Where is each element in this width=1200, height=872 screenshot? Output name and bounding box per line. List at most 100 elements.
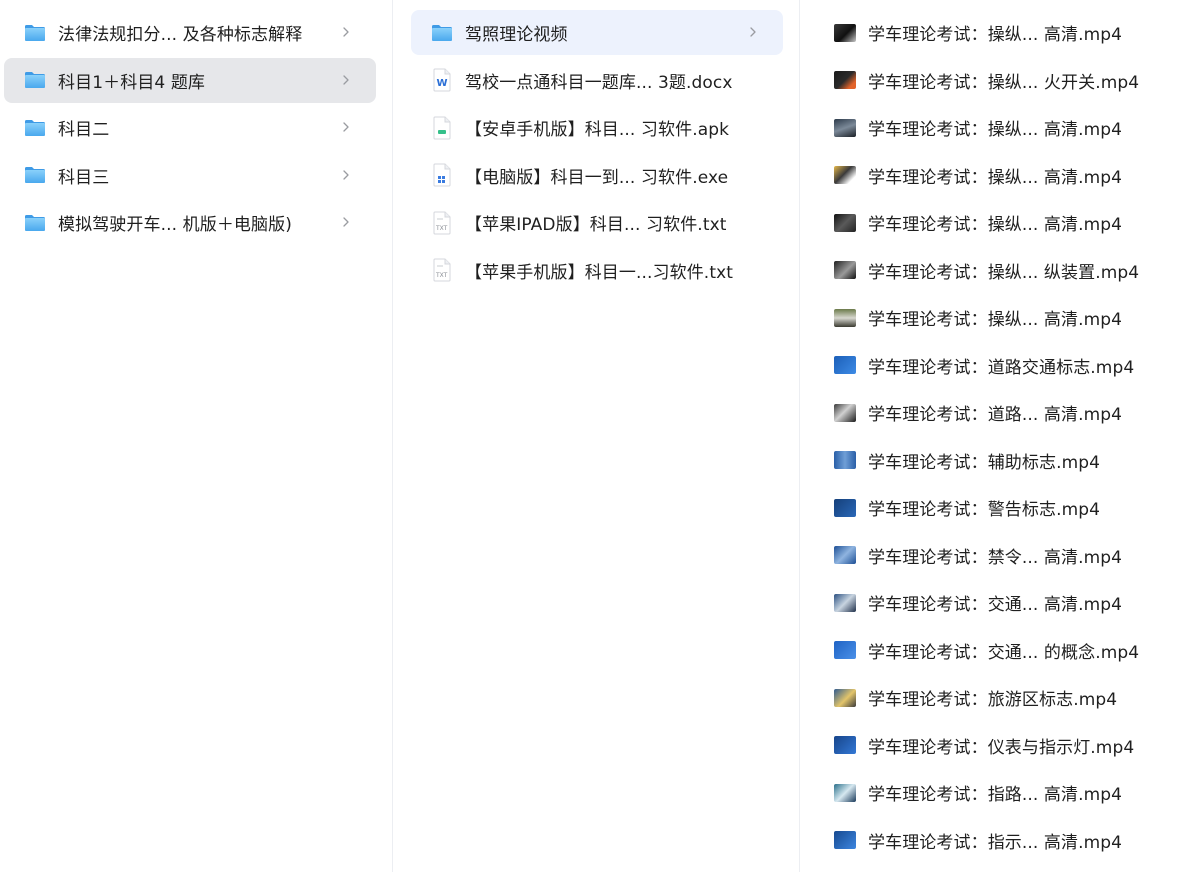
video-file-item[interactable]: 学车理论考试：操纵... 高清.mp4 bbox=[834, 295, 1200, 340]
video-file-item[interactable]: 学车理论考试：操纵... 高清.mp4 bbox=[834, 200, 1200, 245]
folder-item[interactable]: 法律法规扣分... 及各种标志解释 bbox=[4, 10, 376, 55]
item-label: 学车理论考试：交通... 高清.mp4 bbox=[868, 595, 1123, 615]
file-item[interactable]: TXT 【苹果IPAD版】科目... 习软件.txt bbox=[411, 200, 783, 245]
video-thumbnail-icon bbox=[834, 23, 856, 42]
svg-text:TXT: TXT bbox=[435, 272, 448, 279]
file-item[interactable]: W 驾校一点通科目一题库... 3题.docx bbox=[411, 58, 783, 103]
item-label: 学车理论考试：操纵... 高清.mp4 bbox=[868, 120, 1123, 140]
video-thumbnail-icon bbox=[834, 451, 856, 469]
column-root-folders: 法律法规扣分... 及各种标志解释 科目1＋科目4 题库 科目二 科目三 模拟驾… bbox=[0, 0, 393, 872]
video-file-item[interactable]: 学车理论考试：指示... 高清.mp4 bbox=[834, 818, 1200, 863]
video-file-item[interactable]: 学车理论考试：旅游区标志.mp4 bbox=[834, 675, 1200, 720]
folder-icon bbox=[24, 71, 46, 89]
item-label: 【电脑版】科目一到... 习软件.exe bbox=[465, 167, 729, 188]
chevron-right-icon bbox=[745, 22, 761, 42]
video-file-item[interactable]: 学车理论考试：交通... 的概念.mp4 bbox=[834, 628, 1200, 673]
video-thumbnail-icon bbox=[834, 498, 856, 517]
video-file-item[interactable]: 学车理论考试：道路交通标志.mp4 bbox=[834, 343, 1200, 388]
item-label: 科目三 bbox=[58, 167, 110, 188]
folder-item-highlighted[interactable]: 驾照理论视频 bbox=[411, 10, 783, 55]
item-label: 【安卓手机版】科目... 习软件.apk bbox=[465, 120, 730, 140]
item-label: 学车理论考试：操纵... 纵装置.mp4 bbox=[868, 262, 1140, 283]
video-thumbnail-icon bbox=[834, 688, 856, 707]
file-item[interactable]: TXT 【苹果手机版】科目一...习软件.txt bbox=[411, 248, 783, 293]
video-file-item[interactable]: 学车理论考试：道路... 高清.mp4 bbox=[834, 390, 1200, 435]
svg-text:W: W bbox=[437, 78, 448, 89]
item-label: 【苹果手机版】科目一...习软件.txt bbox=[465, 262, 734, 283]
svg-text:TXT: TXT bbox=[435, 225, 448, 232]
video-file-item[interactable]: 学车理论考试：操纵... 高清.mp4 bbox=[834, 153, 1200, 198]
item-label: 【苹果IPAD版】科目... 习软件.txt bbox=[465, 215, 727, 235]
video-file-item[interactable]: 学车理论考试：警告标志.mp4 bbox=[834, 485, 1200, 530]
item-label: 学车理论考试：操纵... 火开关.mp4 bbox=[868, 72, 1140, 93]
item-label: 学车理论考试：旅游区标志.mp4 bbox=[868, 690, 1118, 710]
video-thumbnail-icon bbox=[834, 736, 856, 754]
chevron-right-icon bbox=[338, 212, 354, 232]
video-thumbnail-icon bbox=[834, 641, 856, 659]
item-label: 学车理论考试：禁令... 高清.mp4 bbox=[868, 547, 1123, 568]
column-subfolder-contents: 驾照理论视频 W 驾校一点通科目一题库... 3题.docx 【安卓手机版】科目… bbox=[393, 0, 800, 872]
video-file-item[interactable]: 学车理论考试：操纵... 火开关.mp4 bbox=[834, 58, 1200, 103]
item-label: 学车理论考试：指示... 高清.mp4 bbox=[868, 832, 1123, 853]
folder-icon bbox=[24, 166, 46, 184]
folder-item[interactable]: 科目二 bbox=[4, 105, 376, 150]
item-label: 学车理论考试：仪表与指示灯.mp4 bbox=[868, 737, 1135, 758]
video-file-item[interactable]: 学车理论考试：辅助标志.mp4 bbox=[834, 438, 1200, 483]
video-file-item[interactable]: 学车理论考试：指路... 高清.mp4 bbox=[834, 770, 1200, 815]
folder-icon bbox=[24, 24, 46, 42]
item-label: 驾校一点通科目一题库... 3题.docx bbox=[465, 72, 733, 93]
video-file-item[interactable]: 学车理论考试：操纵... 高清.mp4 bbox=[834, 105, 1200, 150]
chevron-right-icon bbox=[338, 22, 354, 42]
txt-file-icon: TXT bbox=[431, 258, 453, 282]
video-file-item[interactable]: 学车理论考试：仪表与指示灯.mp4 bbox=[834, 723, 1200, 768]
item-label: 学车理论考试：指路... 高清.mp4 bbox=[868, 785, 1123, 805]
item-label: 学车理论考试：操纵... 高清.mp4 bbox=[868, 215, 1123, 235]
item-label: 学车理论考试：操纵... 高清.mp4 bbox=[868, 25, 1123, 45]
item-label: 学车理论考试：辅助标志.mp4 bbox=[868, 452, 1101, 473]
folder-icon bbox=[431, 24, 453, 42]
txt-file-icon: TXT bbox=[431, 211, 453, 235]
video-thumbnail-icon bbox=[834, 546, 856, 564]
file-item[interactable]: 【安卓手机版】科目... 习软件.apk bbox=[411, 105, 783, 150]
item-label: 学车理论考试：操纵... 高清.mp4 bbox=[868, 310, 1123, 330]
item-label: 科目1＋科目4 题库 bbox=[58, 72, 206, 93]
chevron-right-icon bbox=[338, 165, 354, 185]
video-thumbnail-icon bbox=[834, 783, 856, 802]
item-label: 法律法规扣分... 及各种标志解释 bbox=[58, 25, 303, 45]
item-label: 学车理论考试：操纵... 高清.mp4 bbox=[868, 167, 1123, 188]
video-thumbnail-icon bbox=[834, 593, 856, 612]
chevron-right-icon bbox=[338, 70, 354, 90]
folder-icon bbox=[24, 214, 46, 232]
video-thumbnail-icon bbox=[834, 308, 856, 327]
item-label: 驾照理论视频 bbox=[465, 25, 568, 45]
file-item[interactable]: 【电脑版】科目一到... 习软件.exe bbox=[411, 153, 783, 198]
video-file-item[interactable]: 学车理论考试：操纵... 纵装置.mp4 bbox=[834, 248, 1200, 293]
folder-icon bbox=[24, 119, 46, 137]
item-label: 模拟驾驶开车... 机版＋电脑版) bbox=[58, 215, 292, 235]
item-label: 学车理论考试：道路交通标志.mp4 bbox=[868, 357, 1135, 378]
folder-item-selected[interactable]: 科目1＋科目4 题库 bbox=[4, 57, 376, 103]
file-column-browser: 法律法规扣分... 及各种标志解释 科目1＋科目4 题库 科目二 科目三 模拟驾… bbox=[0, 0, 1200, 872]
video-thumbnail-icon bbox=[834, 403, 856, 422]
chevron-right-icon bbox=[338, 117, 354, 137]
item-label: 学车理论考试：警告标志.mp4 bbox=[868, 500, 1101, 520]
video-file-item[interactable]: 学车理论考试：交通... 高清.mp4 bbox=[834, 580, 1200, 625]
folder-item[interactable]: 模拟驾驶开车... 机版＋电脑版) bbox=[4, 200, 376, 245]
video-thumbnail-icon bbox=[834, 118, 856, 137]
video-thumbnail-icon bbox=[834, 356, 856, 374]
item-label: 科目二 bbox=[58, 120, 110, 140]
column-video-files: 学车理论考试：操纵... 高清.mp4 学车理论考试：操纵... 火开关.mp4… bbox=[800, 0, 1200, 872]
apk-file-icon bbox=[431, 116, 453, 140]
video-thumbnail-icon bbox=[834, 831, 856, 849]
video-thumbnail-icon bbox=[834, 166, 856, 184]
item-label: 学车理论考试：道路... 高清.mp4 bbox=[868, 405, 1123, 425]
video-thumbnail-icon bbox=[834, 261, 856, 279]
video-thumbnail-icon bbox=[834, 213, 856, 232]
video-thumbnail-icon bbox=[834, 71, 856, 89]
word-doc-icon: W bbox=[431, 68, 453, 92]
folder-item[interactable]: 科目三 bbox=[4, 153, 376, 198]
video-file-item[interactable]: 学车理论考试：禁令... 高清.mp4 bbox=[834, 533, 1200, 578]
exe-file-icon bbox=[431, 163, 453, 187]
item-label: 学车理论考试：交通... 的概念.mp4 bbox=[868, 642, 1140, 663]
video-file-item[interactable]: 学车理论考试：操纵... 高清.mp4 bbox=[834, 10, 1200, 55]
